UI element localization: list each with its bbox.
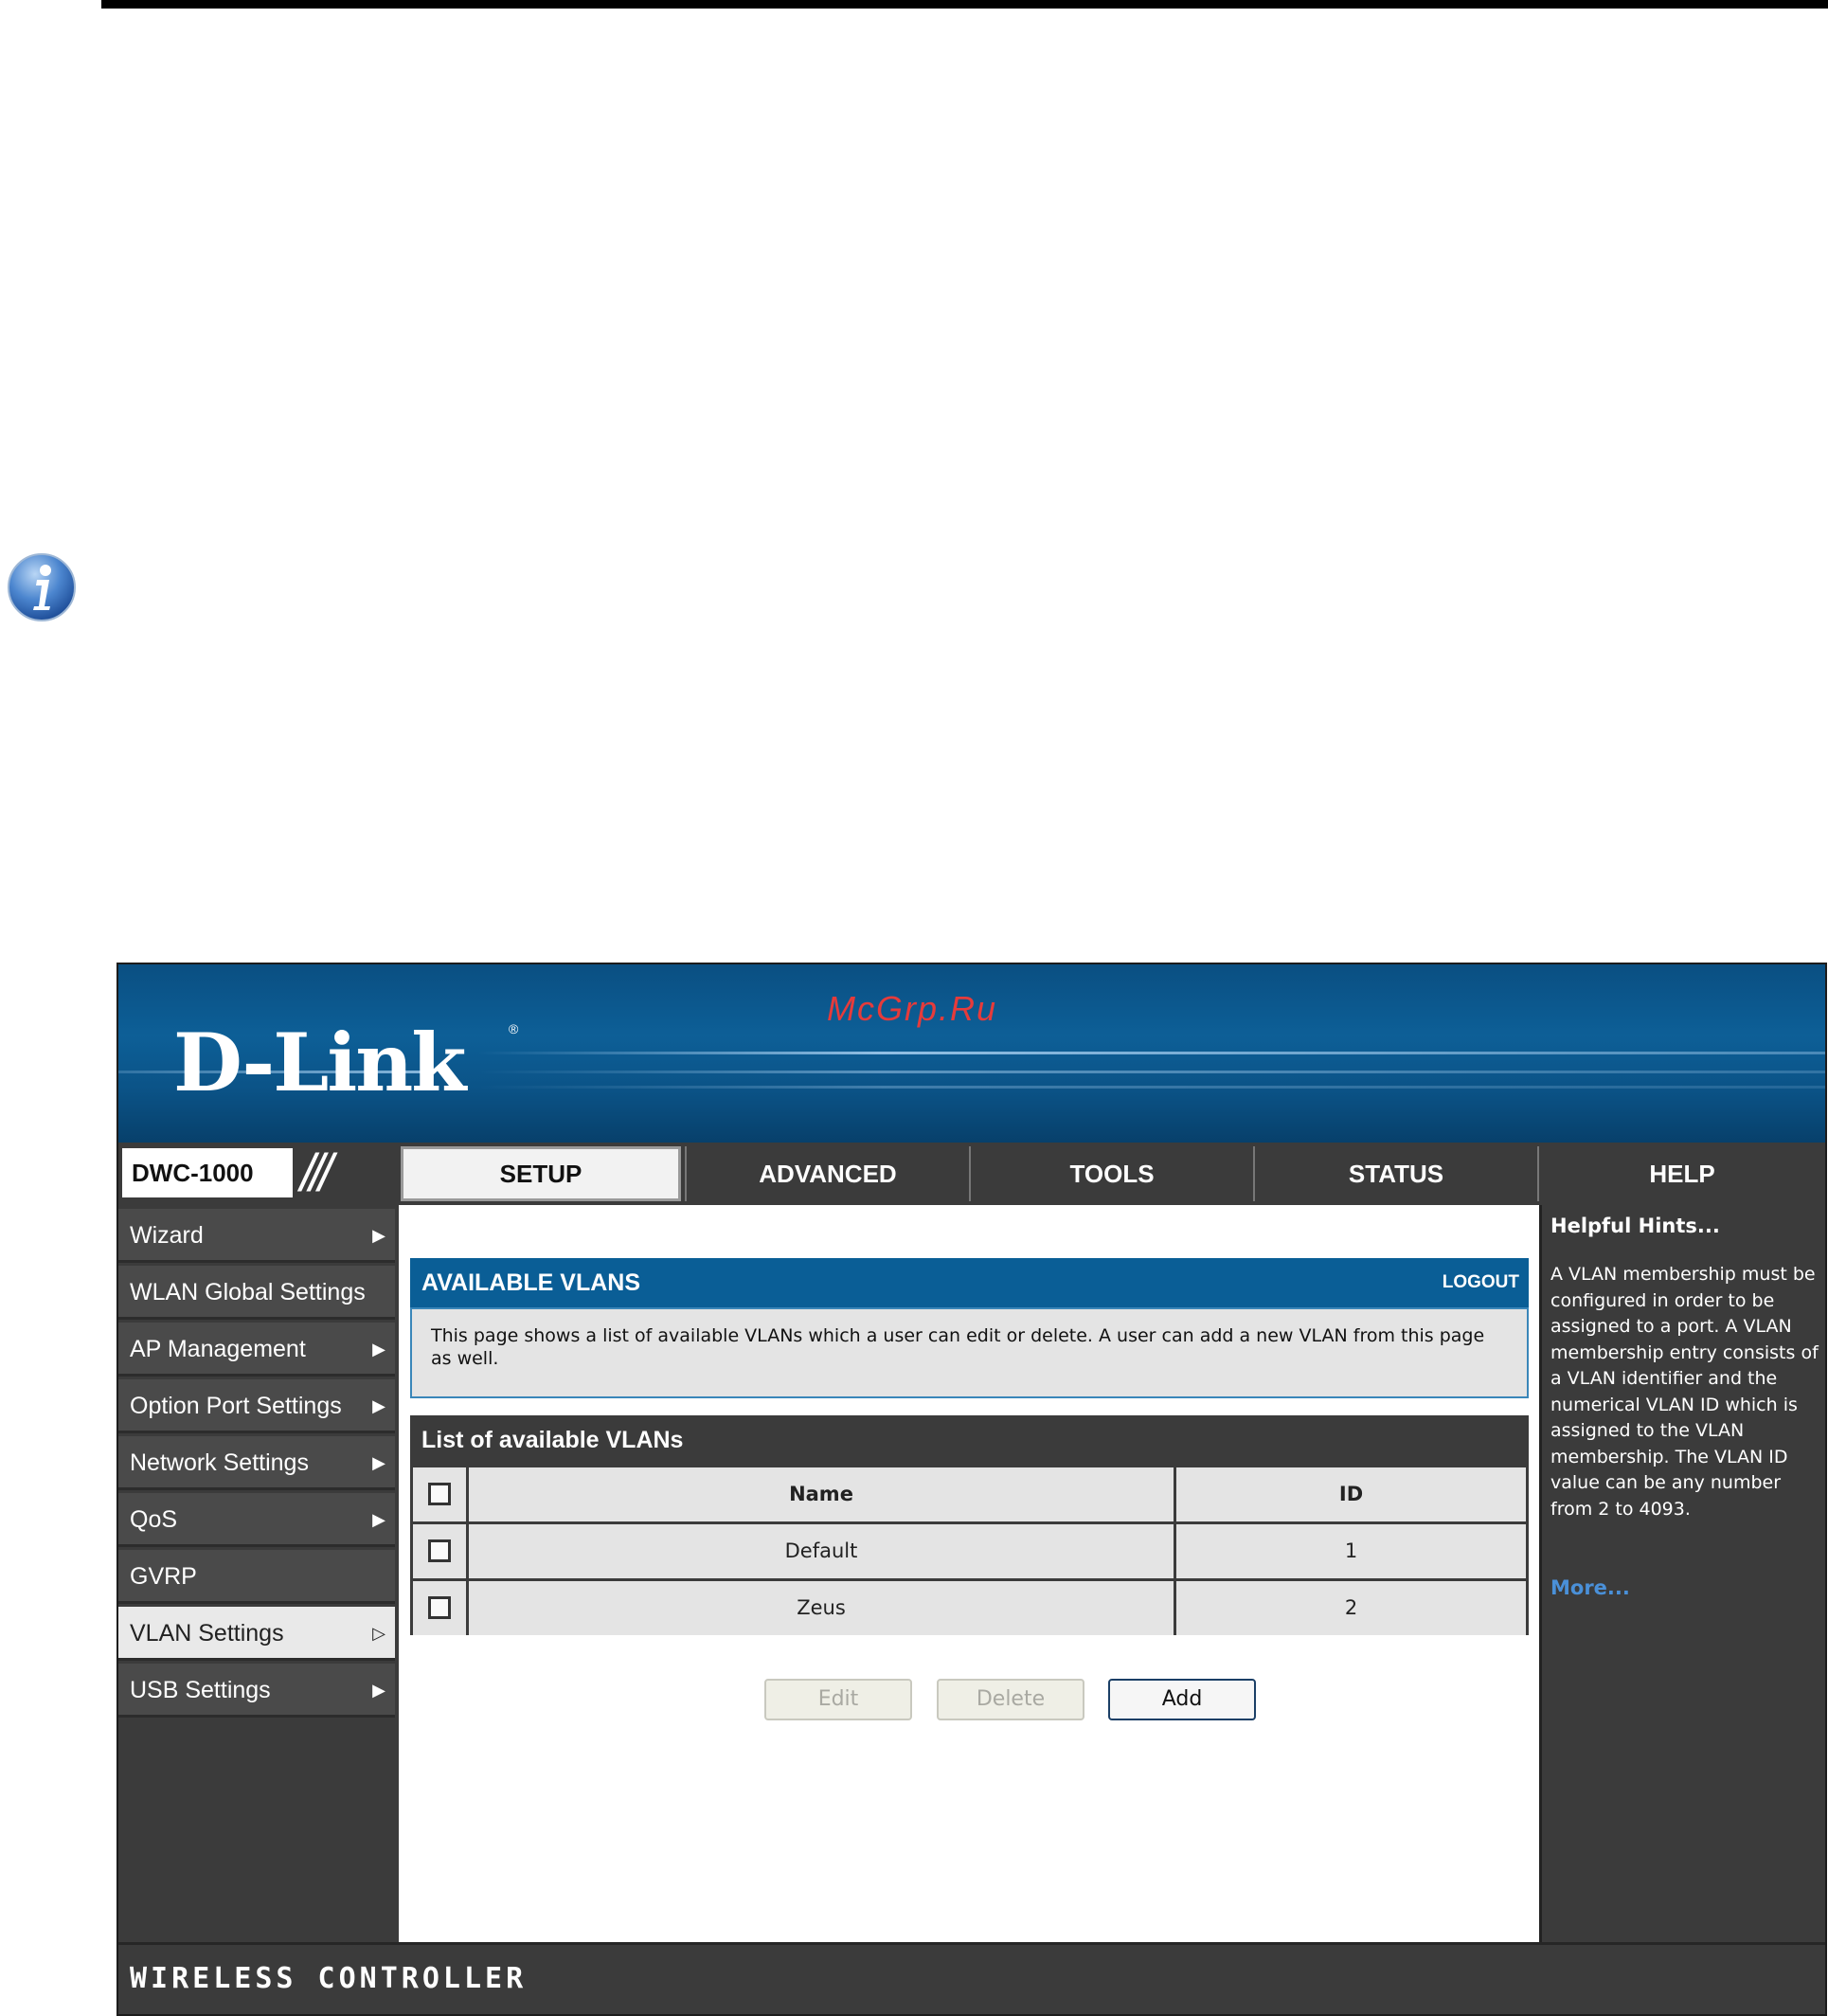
sidebar-item-ap-management[interactable]: AP Management ▶: [118, 1323, 395, 1377]
row-select-cell: [413, 1524, 466, 1578]
sidebar-item-label: GVRP: [130, 1563, 197, 1590]
sidebar-item-label: Wizard: [130, 1222, 204, 1249]
triangle-right-icon: ▶: [372, 1396, 385, 1415]
triangle-right-icon: ▶: [372, 1510, 385, 1529]
row-checkbox-default[interactable]: [428, 1539, 451, 1562]
edit-button[interactable]: Edit: [764, 1679, 912, 1720]
watermark: McGrp.Ru: [827, 989, 998, 1028]
table-cell-name: Zeus: [469, 1581, 1174, 1635]
delete-button[interactable]: Delete: [937, 1679, 1084, 1720]
sidebar-item-label: Network Settings: [130, 1449, 309, 1476]
page-description: This page shows a list of available VLAN…: [410, 1307, 1529, 1398]
triangle-right-icon: ▶: [372, 1226, 385, 1245]
triangle-right-icon: ▶: [372, 1453, 385, 1472]
sidebar-item-network-settings[interactable]: Network Settings ▶: [118, 1436, 395, 1490]
help-title: Helpful Hints...: [1550, 1215, 1720, 1237]
sidebar-item-gvrp[interactable]: GVRP: [118, 1550, 395, 1604]
info-icon: [8, 553, 76, 621]
sidebar-item-label: Option Port Settings: [130, 1393, 342, 1419]
triangle-right-outline-icon: ▷: [372, 1624, 385, 1643]
footer-label: WIRELESS CONTROLLER: [130, 1962, 528, 1995]
sidebar-item-option-port-settings[interactable]: Option Port Settings ▶: [118, 1379, 395, 1433]
table-cell-name: Default: [469, 1524, 1174, 1578]
sidebar-item-vlan-settings[interactable]: VLAN Settings ▷: [118, 1607, 395, 1661]
tab-advanced[interactable]: ADVANCED: [685, 1146, 969, 1201]
dlink-logo: D-Link: [173, 1016, 467, 1109]
header-banner: D-Link ® McGrp.Ru: [118, 964, 1825, 1143]
sidebar-item-qos[interactable]: QoS ▶: [118, 1493, 395, 1547]
sidebar-item-label: USB Settings: [130, 1677, 271, 1703]
top-tab-bar: DWC-1000 /// SETUP ADVANCED TOOLS STATUS…: [118, 1143, 1825, 1205]
tab-help[interactable]: HELP: [1537, 1146, 1825, 1201]
add-button[interactable]: Add: [1108, 1679, 1256, 1720]
select-all-checkbox[interactable]: [428, 1483, 451, 1505]
registered-mark: ®: [509, 1021, 519, 1036]
sidebar-item-label: QoS: [130, 1506, 178, 1533]
row-checkbox-zeus[interactable]: [428, 1596, 451, 1619]
tab-setup[interactable]: SETUP: [401, 1146, 681, 1201]
row-select-cell: [413, 1581, 466, 1635]
slashes-decoration: ///: [300, 1143, 333, 1202]
column-header-id: ID: [1176, 1467, 1526, 1521]
help-more-link[interactable]: More...: [1550, 1576, 1630, 1599]
footer: WIRELESS CONTROLLER: [118, 1942, 1825, 2014]
table-cell-id: 1: [1176, 1524, 1526, 1578]
table-cell-id: 2: [1176, 1581, 1526, 1635]
sidebar-item-label: AP Management: [130, 1336, 306, 1362]
sidebar-item-usb-settings[interactable]: USB Settings ▶: [118, 1664, 395, 1718]
vlan-table: Name ID Default 1 Zeus 2: [410, 1465, 1529, 1635]
tab-tools[interactable]: TOOLS: [969, 1146, 1253, 1201]
triangle-right-icon: ▶: [372, 1681, 385, 1700]
main-content: AVAILABLE VLANS LOGOUT This page shows a…: [399, 1205, 1539, 1942]
logout-link[interactable]: LOGOUT: [1443, 1258, 1519, 1307]
page-title: AVAILABLE VLANS: [421, 1269, 641, 1296]
model-label: DWC-1000: [122, 1148, 293, 1197]
top-rule: [101, 0, 1828, 9]
sidebar-item-wizard[interactable]: Wizard ▶: [118, 1209, 395, 1263]
sidebar: Wizard ▶ WLAN Global Settings AP Managem…: [118, 1205, 399, 1942]
sidebar-item-label: WLAN Global Settings: [130, 1279, 366, 1305]
dlink-ui-window: D-Link ® McGrp.Ru DWC-1000 /// SETUP ADV…: [116, 963, 1827, 2016]
help-panel: Helpful Hints... A VLAN membership must …: [1539, 1205, 1825, 1942]
sidebar-item-wlan-global-settings[interactable]: WLAN Global Settings: [118, 1266, 395, 1320]
section-header: AVAILABLE VLANS LOGOUT: [410, 1258, 1529, 1307]
triangle-right-icon: ▶: [372, 1340, 385, 1359]
sidebar-item-label: VLAN Settings: [130, 1620, 284, 1647]
help-text: A VLAN membership must be configured in …: [1550, 1264, 1819, 1520]
select-all-cell: [413, 1467, 466, 1521]
column-header-name: Name: [469, 1467, 1174, 1521]
list-title: List of available VLANs: [410, 1415, 1529, 1465]
tab-status[interactable]: STATUS: [1253, 1146, 1537, 1201]
